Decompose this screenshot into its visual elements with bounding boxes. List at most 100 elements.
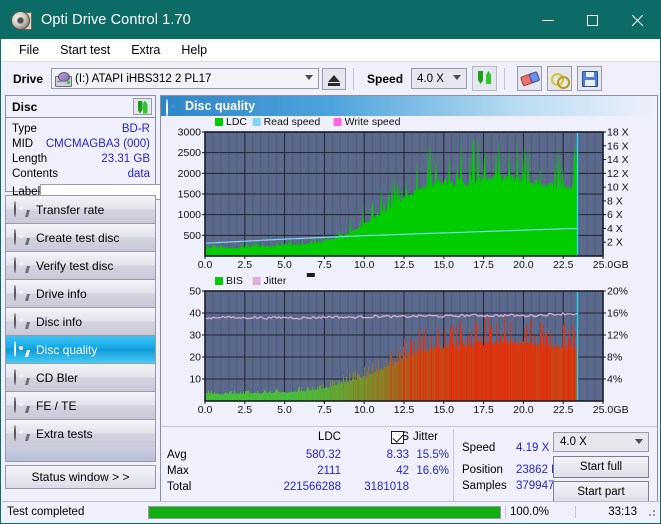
samples-value: 379947 [516, 480, 555, 492]
svg-text:30: 30 [189, 330, 201, 342]
svg-text:20.0: 20.0 [513, 404, 534, 416]
menu-extra[interactable]: Extra [122, 41, 169, 59]
svg-text:LDC: LDC [226, 116, 247, 128]
sidebar-item-drive-info[interactable]: Drive info [5, 279, 156, 307]
disc-row-contents: Contents data [12, 166, 150, 181]
svg-text:14 X: 14 X [607, 154, 629, 166]
svg-text:12%: 12% [607, 330, 628, 342]
erase-disc-button[interactable] [517, 66, 543, 91]
close-button[interactable] [615, 1, 660, 39]
row-label-max: Max [167, 465, 189, 477]
disc-type-value: BD-R [121, 122, 150, 135]
test-speed-select[interactable]: 4.0 X [553, 432, 649, 452]
disc-row-type: Type BD-R [12, 121, 150, 136]
disc-quality-icon [166, 98, 179, 118]
row-label-total: Total [167, 481, 192, 493]
svg-text:2000: 2000 [178, 168, 202, 180]
sidebar-item-verify-test-disc[interactable]: Verify test disc [5, 251, 156, 279]
svg-text:2.5: 2.5 [237, 404, 252, 416]
toolbar-divider-2 [504, 67, 506, 90]
menu-file[interactable]: File [10, 41, 48, 59]
svg-text:3000: 3000 [178, 127, 202, 139]
chain-button[interactable] [547, 66, 573, 91]
close-icon [631, 14, 644, 27]
stats-right: Speed 4.19 X Position 23862 MB Samples 3… [453, 429, 657, 503]
svg-text:Jitter: Jitter [264, 275, 287, 287]
refresh-drive-button[interactable] [472, 66, 498, 91]
maximize-button[interactable] [570, 1, 615, 39]
sidebar-item-fe-te[interactable]: FE / TE [5, 391, 156, 419]
status-text: Test completed [7, 506, 85, 518]
window-controls [525, 1, 660, 39]
svg-text:GB: GB [613, 404, 628, 416]
total-ldc: 221566288 [283, 481, 341, 493]
svg-text:25.0: 25.0 [593, 404, 614, 416]
position-label: Position [462, 464, 503, 476]
svg-text:22.5: 22.5 [553, 404, 574, 416]
svg-text:25.0: 25.0 [593, 259, 614, 271]
disc-length-label: Length [12, 152, 48, 165]
speed-select[interactable]: 4.0 X [411, 68, 468, 89]
drive-select[interactable]: (I:) ATAPI iHBS312 2 PL17 [51, 68, 320, 89]
menu-start-test[interactable]: Start test [51, 41, 119, 59]
app-window: Opti Drive Control 1.70 File Start test … [0, 0, 661, 524]
minimize-icon [541, 19, 554, 21]
refresh-icon [137, 101, 149, 113]
start-full-button[interactable]: Start full [553, 456, 649, 478]
toolbar-divider-1 [353, 67, 355, 90]
svg-text:2.5: 2.5 [237, 259, 252, 271]
sidebar-label: Verify test disc [36, 258, 114, 273]
jitter-checkbox[interactable] [391, 431, 404, 444]
svg-text:5.0: 5.0 [277, 259, 292, 271]
content-header: Disc quality [161, 96, 657, 118]
col-header-ldc: LDC [317, 431, 341, 443]
sidebar-label: Transfer rate [36, 202, 105, 217]
menu-help[interactable]: Help [172, 41, 216, 59]
sidebar-item-create-test-disc[interactable]: Create test disc [5, 223, 156, 251]
disc-refresh-button[interactable] [133, 98, 152, 115]
svg-text:4%: 4% [607, 374, 622, 386]
svg-text:10 X: 10 X [607, 182, 629, 194]
svg-text:10.0: 10.0 [354, 259, 375, 271]
sidebar-label: Extra tests [36, 426, 93, 441]
sidebar-label: Create test disc [36, 230, 120, 245]
samples-label: Samples [462, 480, 507, 492]
sidebar-item-cd-bler[interactable]: CD Bler [5, 363, 156, 391]
sidebar-item-disc-info[interactable]: Disc info [5, 307, 156, 335]
svg-text:12.5: 12.5 [394, 259, 415, 271]
svg-text:1000: 1000 [178, 209, 202, 221]
sidebar-label: Disc info [36, 314, 83, 329]
resize-grip-icon[interactable] [645, 506, 657, 518]
nav-list: Transfer rate Create test disc Verify te… [5, 195, 156, 462]
avg-ldc: 580.32 [305, 449, 341, 461]
svg-text:BIS: BIS [226, 275, 243, 287]
test-speed-value: 4.0 X [560, 436, 587, 448]
sidebar-item-transfer-rate[interactable]: Transfer rate [5, 195, 156, 223]
page-title: Disc quality [185, 99, 256, 113]
eject-button[interactable] [322, 67, 347, 90]
start-part-button[interactable]: Start part [553, 481, 649, 503]
disc-quality-charts[interactable]: 0.0 2.5 5.0 7.5 10.0 12.5 15.0 17.5 20.0 22.5 25.0… [161, 116, 657, 426]
svg-text:Write speed: Write speed [345, 116, 401, 128]
disc-row-length: Length 23.31 GB [12, 151, 150, 166]
sidebar: Disc Type BD-R MID CMCMAGBA3 (000) Lengt… [5, 95, 245, 503]
stats-panel: LDC BIS Avg 580.32 8.33 Max 2111 42 Tota… [161, 426, 657, 503]
svg-text:40: 40 [189, 308, 201, 320]
window-title: Opti Drive Control 1.70 [41, 12, 191, 28]
sidebar-label: Disc quality [36, 342, 98, 357]
svg-text:1500: 1500 [178, 189, 202, 201]
sidebar-item-extra-tests[interactable]: Extra tests [5, 419, 156, 447]
save-button[interactable] [577, 66, 603, 91]
disc-icon [14, 201, 30, 217]
elapsed-time: 33:13 [575, 506, 645, 518]
max-jitter: 16.6% [416, 465, 449, 477]
svg-text:10: 10 [189, 374, 201, 386]
drive-select-value: (I:) ATAPI iHBS312 2 PL17 [75, 72, 212, 85]
title-bar: Opti Drive Control 1.70 [1, 1, 660, 39]
svg-text:12 X: 12 X [607, 168, 629, 180]
status-window-button[interactable]: Status window > > [5, 465, 156, 489]
chevron-down-icon [453, 75, 462, 80]
disc-icon [14, 425, 30, 441]
minimize-button[interactable] [525, 1, 570, 39]
sidebar-item-disc-quality[interactable]: Disc quality [5, 335, 156, 363]
